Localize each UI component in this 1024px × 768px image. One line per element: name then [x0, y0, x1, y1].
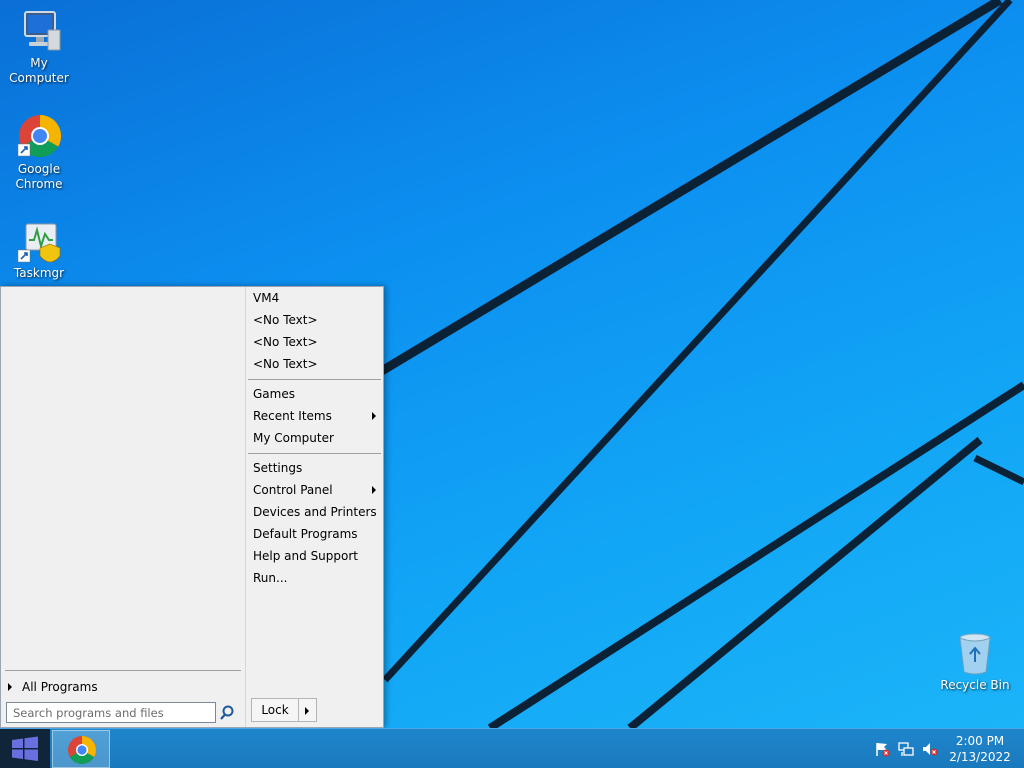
menu-item-label: Run...: [253, 571, 288, 585]
desktop-icon-label: My Computer: [9, 56, 69, 85]
start-menu-item-settings[interactable]: Settings: [253, 458, 379, 478]
start-menu-item-no-text[interactable]: <No Text>: [253, 310, 379, 330]
shutdown-group: Lock: [251, 698, 317, 722]
clock-date: 2/13/2022: [949, 750, 1011, 764]
search-input[interactable]: [6, 702, 216, 723]
taskbar: 2:00 PM 2/13/2022: [0, 728, 1024, 768]
taskbar-clock[interactable]: 2:00 PM 2/13/2022: [940, 733, 1020, 765]
start-menu-item-vm4[interactable]: VM4: [253, 288, 379, 308]
clock-time: 2:00 PM: [955, 734, 1005, 748]
desktop-icon-label: Google Chrome: [15, 162, 63, 191]
menu-item-label: Settings: [253, 461, 303, 475]
start-menu-item-games[interactable]: Games: [253, 384, 379, 404]
chevron-right-icon: [372, 486, 376, 494]
windows-logo-icon: [12, 736, 38, 761]
menu-item-label: Recent Items: [253, 409, 332, 423]
desktop-icon-my-computer[interactable]: My Computer: [0, 10, 78, 86]
action-center-flag-icon[interactable]: [874, 741, 890, 757]
start-menu-item-my-computer[interactable]: My Computer: [253, 428, 379, 448]
recycle-bin-icon: [959, 633, 991, 675]
start-menu-item-control-panel[interactable]: Control Panel: [253, 480, 379, 500]
start-menu-item-default-programs[interactable]: Default Programs: [253, 524, 379, 544]
menu-item-label: Help and Support: [253, 549, 358, 563]
search-icon[interactable]: [218, 704, 236, 722]
desktop-icon-label: Recycle Bin: [940, 678, 1010, 692]
menu-item-label: Games: [253, 387, 295, 401]
start-menu-item-devices-and-printers[interactable]: Devices and Printers: [253, 502, 379, 522]
desktop-icon-taskmgr[interactable]: Taskmgr: [0, 220, 78, 281]
chevron-right-icon: [8, 683, 12, 691]
desktop-icon-recycle-bin[interactable]: Recycle Bin: [936, 632, 1014, 693]
start-menu-item-no-text[interactable]: <No Text>: [253, 354, 379, 374]
menu-item-label: <No Text>: [253, 313, 318, 327]
start-menu: All Programs VM4 <No Text> <No Text> <No…: [0, 286, 384, 728]
desktop-icon-label: Taskmgr: [13, 266, 65, 280]
desktop-icon-google-chrome[interactable]: Google Chrome: [0, 114, 78, 192]
taskbar-item-chrome[interactable]: [52, 730, 110, 768]
divider: [248, 379, 381, 380]
power-options-button[interactable]: [299, 698, 317, 722]
task-manager-icon: [17, 223, 61, 263]
volume-muted-icon[interactable]: [922, 741, 938, 757]
chevron-right-icon: [372, 412, 376, 420]
start-menu-links-pane: VM4 <No Text> <No Text> <No Text> Games …: [245, 287, 383, 727]
start-menu-item-help-and-support[interactable]: Help and Support: [253, 546, 379, 566]
all-programs-label: All Programs: [22, 680, 98, 694]
chrome-icon: [17, 114, 62, 158]
menu-item-label: Control Panel: [253, 483, 333, 497]
menu-item-label: VM4: [253, 291, 280, 305]
start-button[interactable]: [0, 729, 50, 768]
chrome-icon: [68, 736, 96, 764]
start-menu-item-no-text[interactable]: <No Text>: [253, 332, 379, 352]
chevron-right-icon: [305, 707, 309, 715]
menu-item-label: My Computer: [253, 431, 334, 445]
all-programs-button[interactable]: All Programs: [5, 677, 241, 697]
menu-item-label: <No Text>: [253, 357, 318, 371]
menu-item-label: Default Programs: [253, 527, 358, 541]
network-icon[interactable]: [898, 741, 914, 757]
start-menu-item-run[interactable]: Run...: [253, 568, 379, 588]
divider: [248, 453, 381, 454]
start-menu-item-recent-items[interactable]: Recent Items: [253, 406, 379, 426]
divider: [5, 670, 241, 671]
menu-item-label: Devices and Printers: [253, 505, 377, 519]
menu-item-label: <No Text>: [253, 335, 318, 349]
start-menu-programs-pane: All Programs: [1, 287, 245, 727]
computer-icon: [24, 11, 61, 51]
lock-button[interactable]: Lock: [251, 698, 299, 722]
